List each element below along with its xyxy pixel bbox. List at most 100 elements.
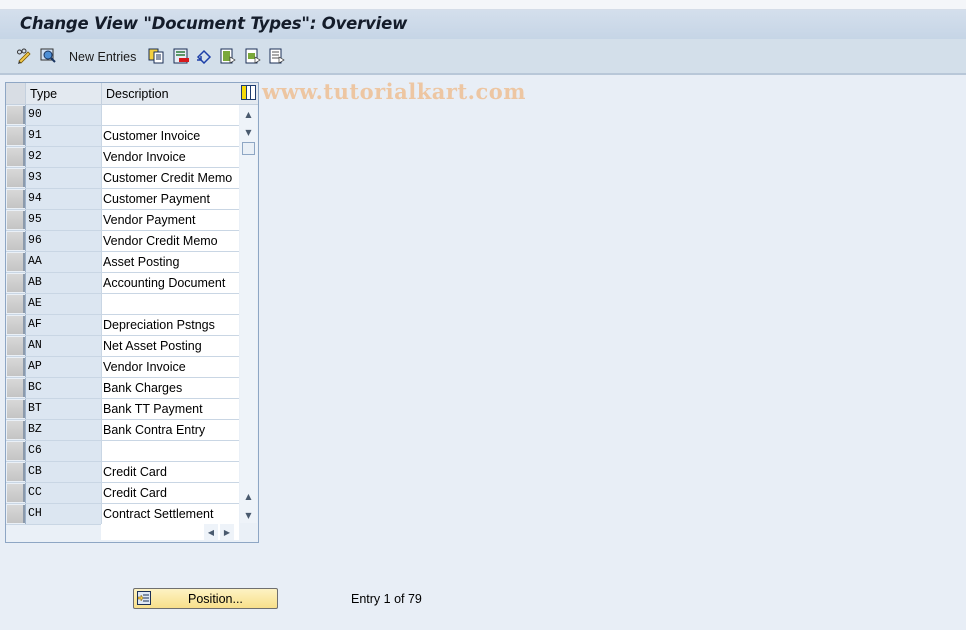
description-cell[interactable]: Customer Payment (101, 189, 239, 209)
horizontal-scrollbar[interactable]: ◀ ▶ (101, 524, 239, 540)
row-selector[interactable] (7, 337, 25, 355)
scroll-down-icon[interactable]: ▼ (241, 124, 256, 140)
table-row[interactable]: 91 Customer Invoice (6, 126, 239, 147)
select-all-rows-header[interactable] (6, 83, 25, 104)
row-selector[interactable] (7, 316, 25, 334)
table-row[interactable]: CB Credit Card (6, 462, 239, 483)
description-cell[interactable]: Bank Charges (101, 378, 239, 398)
table-row[interactable]: C6 (6, 441, 239, 462)
page-down-icon[interactable]: ▼ (241, 507, 256, 523)
vertical-scrollbar[interactable]: ▲ ▼ ▲ ▼ (240, 105, 257, 523)
type-cell[interactable]: 94 (25, 189, 101, 209)
description-cell[interactable] (101, 441, 239, 461)
select-all-icon[interactable] (220, 48, 236, 64)
find-icon[interactable] (40, 48, 56, 64)
row-selector[interactable] (7, 442, 25, 460)
description-cell[interactable] (101, 294, 239, 314)
table-row[interactable]: 90 (6, 105, 239, 126)
description-cell[interactable]: Accounting Document (101, 273, 239, 293)
copy-icon[interactable] (148, 48, 164, 64)
table-row[interactable]: 94 Customer Payment (6, 189, 239, 210)
delete-icon[interactable] (173, 48, 189, 64)
row-selector[interactable] (7, 106, 25, 124)
type-cell[interactable]: AE (25, 294, 101, 314)
table-row[interactable]: 96 Vendor Credit Memo (6, 231, 239, 252)
description-cell[interactable]: Vendor Invoice (101, 357, 239, 377)
column-header-type[interactable]: Type (25, 83, 101, 104)
table-row[interactable]: 95 Vendor Payment (6, 210, 239, 231)
type-cell[interactable]: AF (25, 315, 101, 335)
table-row[interactable]: BC Bank Charges (6, 378, 239, 399)
row-selector[interactable] (7, 232, 25, 250)
row-selector[interactable] (7, 295, 25, 313)
type-cell[interactable]: AB (25, 273, 101, 293)
table-row[interactable]: AF Depreciation Pstngs (6, 315, 239, 336)
row-selector[interactable] (7, 400, 25, 418)
table-row[interactable]: CC Credit Card (6, 483, 239, 504)
column-header-description[interactable]: Description (101, 83, 240, 104)
scroll-right-icon[interactable]: ▶ (220, 524, 234, 540)
row-selector[interactable] (7, 379, 25, 397)
type-cell[interactable]: 95 (25, 210, 101, 230)
description-cell[interactable]: Customer Invoice (101, 126, 239, 146)
type-cell[interactable]: CC (25, 483, 101, 503)
table-row[interactable]: AP Vendor Invoice (6, 357, 239, 378)
position-button[interactable]: Position... (133, 588, 278, 609)
description-cell[interactable]: Bank Contra Entry (101, 420, 239, 440)
description-cell[interactable]: Credit Card (101, 462, 239, 482)
row-selector[interactable] (7, 169, 25, 187)
row-selector[interactable] (7, 127, 25, 145)
description-cell[interactable]: Bank TT Payment (101, 399, 239, 419)
row-selector[interactable] (7, 190, 25, 208)
description-cell[interactable]: Vendor Credit Memo (101, 231, 239, 251)
table-row[interactable]: AN Net Asset Posting (6, 336, 239, 357)
row-selector[interactable] (7, 211, 25, 229)
description-cell[interactable]: Customer Credit Memo (101, 168, 239, 188)
page-up-icon[interactable]: ▲ (241, 488, 256, 504)
type-cell[interactable]: 90 (25, 105, 101, 125)
type-cell[interactable]: 91 (25, 126, 101, 146)
description-cell[interactable]: Contract Settlement (101, 504, 239, 524)
table-row[interactable]: AE (6, 294, 239, 315)
type-cell[interactable]: AA (25, 252, 101, 272)
type-cell[interactable]: AP (25, 357, 101, 377)
select-block-icon[interactable] (245, 48, 261, 64)
description-cell[interactable]: Asset Posting (101, 252, 239, 272)
type-cell[interactable]: CH (25, 504, 101, 524)
description-cell[interactable] (101, 105, 239, 125)
row-selector[interactable] (7, 358, 25, 376)
table-row[interactable]: AB Accounting Document (6, 273, 239, 294)
type-cell[interactable]: C6 (25, 441, 101, 461)
table-row[interactable]: CH Contract Settlement (6, 504, 239, 525)
type-cell[interactable]: AN (25, 336, 101, 356)
table-row[interactable]: AA Asset Posting (6, 252, 239, 273)
scroll-left-icon[interactable]: ◀ (204, 524, 218, 540)
undo-change-icon[interactable] (196, 48, 212, 64)
table-row[interactable]: 92 Vendor Invoice (6, 147, 239, 168)
type-cell[interactable]: CB (25, 462, 101, 482)
description-cell[interactable]: Net Asset Posting (101, 336, 239, 356)
table-row[interactable]: 93 Customer Credit Memo (6, 168, 239, 189)
row-selector[interactable] (7, 253, 25, 271)
scroll-up-icon[interactable]: ▲ (241, 106, 256, 122)
table-row[interactable]: BZ Bank Contra Entry (6, 420, 239, 441)
type-cell[interactable]: 93 (25, 168, 101, 188)
row-selector[interactable] (7, 484, 25, 502)
table-row[interactable]: BT Bank TT Payment (6, 399, 239, 420)
new-entries-button[interactable]: New Entries (69, 50, 136, 64)
type-cell[interactable]: 92 (25, 147, 101, 167)
type-cell[interactable]: BT (25, 399, 101, 419)
table-settings-icon[interactable] (241, 85, 256, 100)
deselect-all-icon[interactable] (269, 48, 285, 64)
display-change-icon[interactable] (16, 48, 32, 64)
row-selector[interactable] (7, 148, 25, 166)
scroll-thumb[interactable] (242, 142, 255, 155)
type-cell[interactable]: BZ (25, 420, 101, 440)
description-cell[interactable]: Vendor Payment (101, 210, 239, 230)
description-cell[interactable]: Credit Card (101, 483, 239, 503)
description-cell[interactable]: Depreciation Pstngs (101, 315, 239, 335)
row-selector[interactable] (7, 505, 25, 523)
row-selector[interactable] (7, 274, 25, 292)
row-selector[interactable] (7, 421, 25, 439)
type-cell[interactable]: BC (25, 378, 101, 398)
